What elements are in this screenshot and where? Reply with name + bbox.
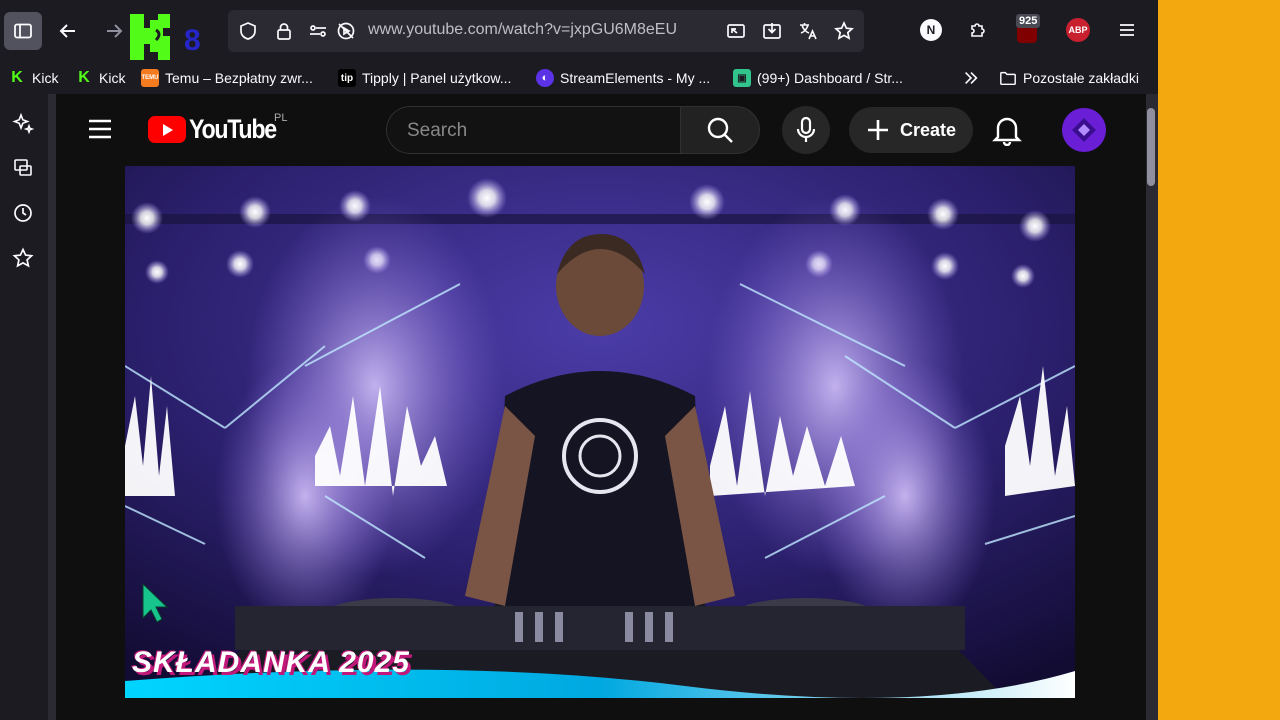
bookmark-label: (99+) Dashboard / Str... (757, 70, 903, 86)
desktop-background-panel (1158, 0, 1280, 720)
bookmark-item[interactable]: ◐ StreamElements - My ... (536, 66, 710, 90)
abp-label: ABP (1066, 18, 1090, 42)
forward-button[interactable] (97, 12, 131, 50)
ublock-count-badge: 925 (1016, 14, 1041, 28)
bookmark-label: Tipply | Panel użytkow... (362, 70, 512, 86)
temu-icon: TEMU (141, 69, 159, 87)
video-player[interactable]: SKŁADANKA 2025 (125, 166, 1075, 698)
bookmarks-bar: K Kick K Kick TEMU Temu – Bezpłatny zwr.… (0, 62, 1158, 94)
bookmark-label: StreamElements - My ... (560, 70, 711, 86)
extension-n-label: N (920, 19, 942, 41)
bookmark-label: Temu – Bezpłatny zwr... (165, 70, 313, 86)
create-label: Create (899, 119, 957, 140)
avatar-diamond-icon (1072, 118, 1096, 142)
tip-icon: tip (338, 69, 356, 87)
bookmark-item[interactable]: ▣ (99+) Dashboard / Str... (733, 66, 903, 90)
browser-sidebar (0, 94, 48, 720)
search-placeholder: Search (407, 120, 468, 141)
sidebar-toggle-button[interactable] (4, 12, 42, 50)
picture-in-picture-icon[interactable] (726, 21, 746, 41)
hamburger-icon (1120, 24, 1134, 36)
puzzle-icon (971, 23, 985, 37)
tracking-protection-shield-icon[interactable] (238, 21, 258, 41)
synced-tabs-icon[interactable] (12, 157, 36, 181)
browser-window: 8 www.youtube.com/watch?v=jxpGU6M8eEU N … (0, 0, 1158, 720)
back-button[interactable] (51, 12, 85, 50)
notifications-button[interactable] (992, 114, 1026, 148)
video-frame-image (125, 166, 1075, 698)
search-button[interactable] (680, 106, 760, 154)
youtube-logo[interactable]: YouTube (148, 114, 290, 145)
folder-icon (1000, 71, 1016, 86)
translate-icon[interactable] (798, 21, 818, 41)
ai-sparkle-icon[interactable] (12, 112, 36, 136)
bookmark-item[interactable]: TEMU Temu – Bezpłatny zwr... (141, 66, 313, 90)
youtube-menu-button[interactable] (86, 116, 116, 142)
url-text: www.youtube.com/watch?v=jxpGU6M8eEU (368, 21, 678, 38)
kick-icon: K (11, 69, 23, 86)
bookmark-star-icon[interactable] (834, 20, 854, 41)
browser-toolbar: 8 www.youtube.com/watch?v=jxpGU6M8eEU N … (0, 0, 1158, 62)
chevrons-right-icon (965, 72, 978, 84)
microphone-icon (796, 116, 816, 142)
country-code: PL (274, 112, 288, 124)
bookmark-item[interactable]: tip Tipply | Panel użytkow... (338, 66, 511, 90)
kick-overlay-logo: 8 (130, 14, 201, 60)
extensions-button[interactable] (962, 14, 994, 46)
folder-label: Pozostałe zakładki (1023, 70, 1139, 86)
svg-text:8: 8 (184, 24, 201, 57)
other-bookmarks-folder[interactable]: Pozostałe zakładki (999, 66, 1139, 90)
more-bookmarks-button[interactable] (962, 66, 980, 90)
youtube-page: YouTube PL Search Create SKŁADANKA 2025 (56, 94, 1146, 720)
plus-icon (867, 120, 888, 140)
streamelements-icon: ◐ (536, 69, 554, 87)
bookmark-label: Kick (32, 70, 59, 86)
address-bar[interactable]: www.youtube.com/watch?v=jxpGU6M8eEU (228, 10, 864, 52)
hamburger-icon (89, 119, 111, 139)
sidebar-icon (14, 23, 32, 39)
dashboard-icon: ▣ (733, 69, 751, 87)
forward-arrow-icon (107, 24, 123, 38)
permissions-icon[interactable] (308, 21, 328, 41)
youtube-wordmark: YouTube (189, 114, 277, 144)
extension-n-button[interactable]: N (915, 14, 947, 46)
bell-icon (992, 117, 1022, 147)
bookmark-item[interactable]: K Kick (75, 66, 125, 90)
youtube-header: YouTube PL Search Create (56, 94, 1146, 164)
download-icon[interactable] (762, 21, 782, 41)
bookmark-item[interactable]: K Kick (8, 66, 58, 90)
voice-search-button[interactable] (782, 106, 830, 154)
bookmarks-star-icon[interactable] (12, 247, 36, 271)
account-avatar[interactable] (1062, 108, 1106, 152)
autoplay-blocked-icon[interactable] (336, 21, 356, 41)
kick-icon: K (78, 69, 90, 86)
bookmark-label: Kick (99, 70, 126, 86)
youtube-play-icon (148, 116, 186, 143)
video-overlay-title: SKŁADANKA 2025 (132, 646, 410, 679)
page-scrollbar-thumb[interactable] (1147, 108, 1155, 186)
adblock-plus-button[interactable]: ABP (1062, 14, 1094, 46)
create-button[interactable]: Create (849, 107, 973, 153)
search-input[interactable]: Search (386, 106, 680, 154)
app-menu-button[interactable] (1111, 14, 1143, 46)
lock-icon[interactable] (274, 21, 294, 41)
history-clock-icon[interactable] (12, 202, 36, 226)
search-icon (707, 117, 733, 143)
back-arrow-icon (59, 24, 75, 38)
